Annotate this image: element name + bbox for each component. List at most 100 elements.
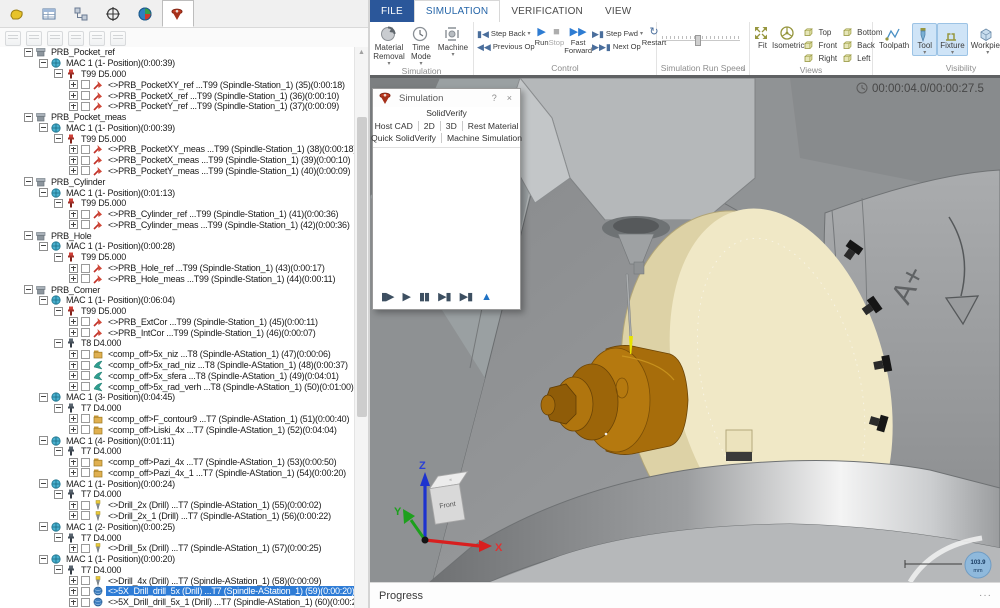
expander-icon[interactable] [69, 220, 78, 230]
expander-icon[interactable] [69, 166, 78, 176]
sim-mode-tab-quick-solidverify[interactable]: Quick SolidVerify [366, 133, 442, 144]
operations-tree[interactable]: PRB_Pocket_ref MAC 1 (1- Position)(0:00:3… [0, 47, 355, 608]
expander-icon[interactable] [69, 360, 78, 370]
tree-row[interactable]: T99 D5.000 [0, 252, 355, 263]
tree-row[interactable]: <>PRB_PocketX_ref ...T99 (Spindle-Statio… [0, 90, 355, 101]
expander-icon[interactable] [69, 500, 78, 510]
tree-row[interactable]: <>PRB_Cylinder_ref ...T99 (Spindle-Stati… [0, 209, 355, 220]
sim-mode-tab-solidverify[interactable]: SolidVerify [421, 108, 472, 118]
dialog-launcher-icon[interactable]: ↘ [740, 65, 746, 73]
simulation-speed-slider[interactable] [662, 35, 740, 46]
view-top-button[interactable]: Top [804, 26, 837, 39]
expander-icon[interactable] [69, 101, 78, 111]
manager-tab-process-tree[interactable] [66, 0, 98, 27]
tree-row[interactable]: MAC 1 (1- Position)(0:00:20) [0, 554, 355, 565]
expander-icon[interactable] [69, 597, 78, 607]
tree-row[interactable]: <>PRB_PocketXY_ref ...T99 (Spindle-Stati… [0, 79, 355, 90]
tree-row[interactable]: T99 D5.000 [0, 69, 355, 80]
expander-icon[interactable] [69, 263, 78, 273]
op-checkbox[interactable] [81, 144, 90, 154]
expander-icon[interactable] [39, 522, 48, 532]
tree-row[interactable]: <comp_off>Pazi_4x_1 ...T7 (Spindle-AStat… [0, 467, 355, 478]
tree-row[interactable]: T99 D5.000 [0, 133, 355, 144]
material-removal-button[interactable]: Material Removal ▾ [373, 23, 405, 67]
op-checkbox[interactable] [81, 274, 90, 284]
op-checkbox[interactable] [81, 360, 90, 370]
expander-icon[interactable] [39, 479, 48, 489]
expander-icon[interactable] [39, 295, 48, 305]
expander-icon[interactable] [24, 47, 33, 57]
expander-icon[interactable] [69, 457, 78, 467]
expander-icon[interactable] [69, 328, 78, 338]
expander-icon[interactable] [54, 69, 63, 79]
sim-mode-tab-3d[interactable]: 3D [441, 120, 463, 131]
op-checkbox[interactable] [81, 425, 90, 435]
tree-row[interactable]: T99 D5.000 [0, 198, 355, 209]
op-checkbox[interactable] [81, 80, 90, 90]
tree-row[interactable]: PRB_Pocket_meas [0, 112, 355, 123]
expander-icon[interactable] [39, 554, 48, 564]
fit-button[interactable]: Fit [753, 23, 772, 51]
visibility-tool-toggle[interactable]: Tool ▾ [912, 23, 938, 56]
tree-row[interactable]: <comp_off>Liski_4x ...T7 (Spindle-AStati… [0, 424, 355, 435]
tree-row[interactable]: <>Drill_5x (Drill) ...T7 (Spindle-AStati… [0, 543, 355, 554]
expander-icon[interactable] [69, 317, 78, 327]
tree-row[interactable]: MAC 1 (1- Position)(0:01:13) [0, 187, 355, 198]
view-right-button[interactable]: Right [804, 52, 837, 65]
run-to-icon[interactable]: ▮▶ [381, 291, 394, 303]
step-back-button[interactable]: ▮◀ Step Back ▾ [477, 27, 535, 40]
tree-row[interactable]: PRB_Cylinder [0, 176, 355, 187]
progress-menu-dots[interactable]: ··· [979, 590, 1000, 601]
expander-icon[interactable] [54, 533, 63, 543]
play-icon[interactable]: ▶ [403, 291, 412, 303]
expander-icon[interactable] [39, 392, 48, 402]
run-button[interactable]: ▶ Run [535, 23, 549, 47]
expander-icon[interactable] [69, 414, 78, 424]
expander-icon[interactable] [69, 543, 78, 553]
expander-icon[interactable] [39, 58, 48, 68]
tree-row[interactable]: <comp_off>5x_rad_niz ...T8 (Spindle-ASta… [0, 360, 355, 371]
op-checkbox[interactable] [81, 349, 90, 359]
tree-row[interactable]: <>PRB_PocketY_ref ...T99 (Spindle-Statio… [0, 101, 355, 112]
manager-tab-geometry-globe[interactable] [130, 0, 162, 27]
simulation-floating-panel[interactable]: Simulation ? × SolidVerify Host CAD 2D 3D Re… [370, 88, 522, 310]
op-checkbox[interactable] [81, 328, 90, 338]
tree-row[interactable]: <>5X_Drill_drill_5x_1 (Drill) ...T7 (Spi… [0, 597, 355, 608]
tree-row[interactable]: MAC 1 (2- Position)(0:00:25) [0, 521, 355, 532]
expander-icon[interactable] [69, 586, 78, 596]
tree-row[interactable]: <>5X_Drill_drill_5x (Drill) ...T7 (Spind… [0, 586, 355, 597]
raise-panel-icon[interactable]: ▲ [481, 291, 492, 303]
sim-mode-tab-2d[interactable]: 2D [419, 120, 441, 131]
tree-scrollbar[interactable]: ▲ [354, 47, 368, 608]
tree-row[interactable]: <comp_off>5x_niz ...T8 (Spindle-AStation… [0, 349, 355, 360]
tree-row[interactable]: <>PRB_Hole_meas ...T99 (Spindle-Station_… [0, 273, 355, 284]
sim-mode-tab-machine-simulation[interactable]: Machine Simulation [442, 133, 527, 143]
expander-icon[interactable] [39, 188, 48, 198]
expander-icon[interactable] [39, 241, 48, 251]
tree-row[interactable]: T7 D4.000 [0, 489, 355, 500]
scroll-up-icon[interactable]: ▲ [355, 47, 368, 59]
slider-handle[interactable] [694, 35, 701, 46]
tree-row[interactable]: MAC 1 (1- Position)(0:00:39) [0, 122, 355, 133]
help-button[interactable]: ? [489, 93, 500, 103]
tree-row[interactable]: T99 D5.000 [0, 306, 355, 317]
op-checkbox[interactable] [81, 414, 90, 424]
op-checkbox[interactable] [81, 586, 90, 596]
op-checkbox[interactable] [81, 166, 90, 176]
tab-view[interactable]: VIEW [594, 0, 642, 22]
sim-mode-tab-host-cad[interactable]: Host CAD [370, 120, 419, 131]
tree-row[interactable]: MAC 1 (3- Position)(0:04:45) [0, 392, 355, 403]
expander-icon[interactable] [54, 489, 63, 499]
tree-row[interactable]: MAC 1 (1- Position)(0:00:28) [0, 241, 355, 252]
visibility-toolpath-toggle[interactable]: Toolpath [876, 23, 912, 52]
op-checkbox[interactable] [81, 317, 90, 327]
run-to-end-icon[interactable]: ▶▮ [460, 291, 473, 303]
view-front-button[interactable]: Front [804, 39, 837, 52]
tree-row[interactable]: MAC 1 (1- Position)(0:06:04) [0, 295, 355, 306]
expander-icon[interactable] [54, 252, 63, 262]
tree-row[interactable]: MAC 1 (4- Position)(0:01:11) [0, 435, 355, 446]
manager-tab-operations-table[interactable] [34, 0, 66, 27]
tree-row[interactable]: MAC 1 (1- Position)(0:00:24) [0, 478, 355, 489]
op-checkbox[interactable] [81, 457, 90, 467]
expander-icon[interactable] [39, 123, 48, 133]
